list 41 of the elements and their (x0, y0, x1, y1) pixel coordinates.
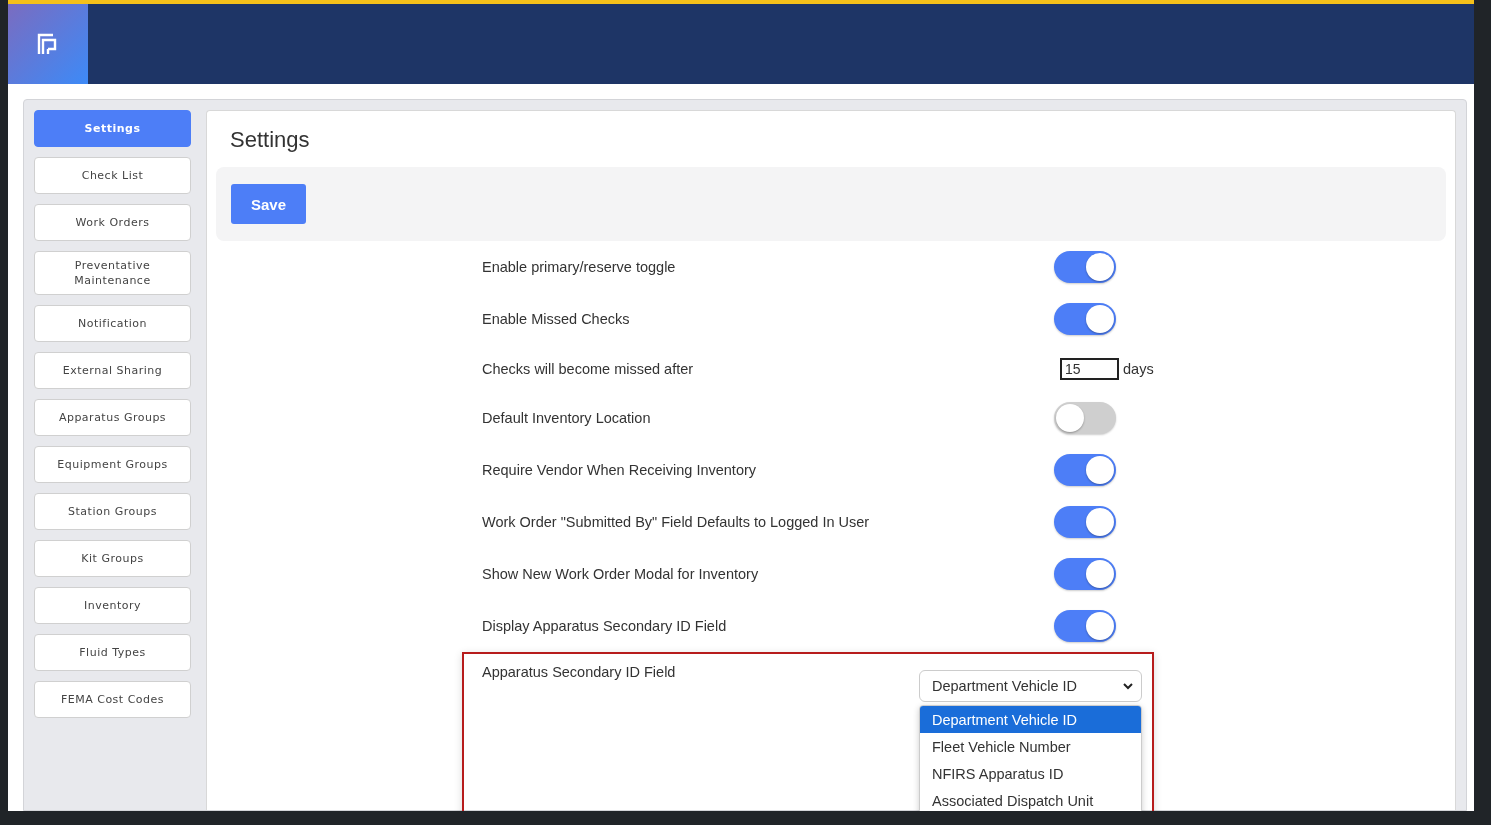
setting-label: Default Inventory Location (482, 410, 652, 426)
unit-label: days (1123, 360, 1154, 377)
sidebar-item[interactable]: Work Orders (34, 204, 191, 241)
logo-icon (37, 33, 59, 55)
setting-label: Enable primary/reserve toggle (482, 259, 677, 275)
sidebar-item[interactable]: Notification (34, 305, 191, 342)
setting-label: Enable Missed Checks (482, 311, 631, 327)
dropdown-option[interactable]: Department Vehicle ID (920, 706, 1141, 733)
setting-label: Checks will become missed after (482, 360, 695, 377)
toggle-switch[interactable] (1054, 558, 1116, 590)
sidebar-item[interactable]: Settings (34, 110, 191, 147)
toggle-switch[interactable] (1054, 303, 1116, 335)
toggle-switch[interactable] (1054, 454, 1116, 486)
sidebar-item[interactable]: Equipment Groups (34, 446, 191, 483)
sidebar-item[interactable]: Kit Groups (34, 540, 191, 577)
toggle-switch[interactable] (1054, 251, 1116, 283)
setting-label: Work Order "Submitted By" Field Defaults to Logged In User (482, 514, 871, 530)
sidebar-item[interactable]: FEMA Cost Codes (34, 681, 191, 718)
logo-tile[interactable] (8, 4, 88, 84)
setting-label: Show New Work Order Modal for Inventory (482, 566, 760, 582)
sidebar-item[interactable]: Apparatus Groups (34, 399, 191, 436)
toggle-switch[interactable] (1054, 610, 1116, 642)
setting-label: Require Vendor When Receiving Inventory (482, 462, 758, 478)
save-button[interactable]: Save (231, 184, 307, 224)
toggle-switch[interactable] (1054, 402, 1116, 434)
toggle-switch[interactable] (1054, 506, 1116, 538)
dropdown-option[interactable]: Associated Dispatch Unit (920, 787, 1141, 811)
dropdown-select[interactable]: Department Vehicle ID (919, 670, 1142, 702)
sidebar-item[interactable]: Check List (34, 157, 191, 194)
dropdown-option[interactable]: NFIRS Apparatus ID (920, 760, 1141, 787)
sidebar-item[interactable]: Inventory (34, 587, 191, 624)
sidebar-item[interactable]: Station Groups (34, 493, 191, 530)
sidebar-item[interactable]: Fluid Types (34, 634, 191, 671)
dropdown-option[interactable]: Fleet Vehicle Number (920, 733, 1141, 760)
sidebar-item[interactable]: External Sharing (34, 352, 191, 389)
days-field[interactable]: 15 (1060, 357, 1119, 380)
chevron-down-icon (1123, 682, 1133, 690)
setting-label: Display Apparatus Secondary ID Field (482, 618, 728, 634)
setting-label: Apparatus Secondary ID Field (482, 664, 677, 680)
page-title: Settings (230, 127, 311, 153)
sidebar-item[interactable]: Preventative Maintenance (34, 251, 191, 295)
